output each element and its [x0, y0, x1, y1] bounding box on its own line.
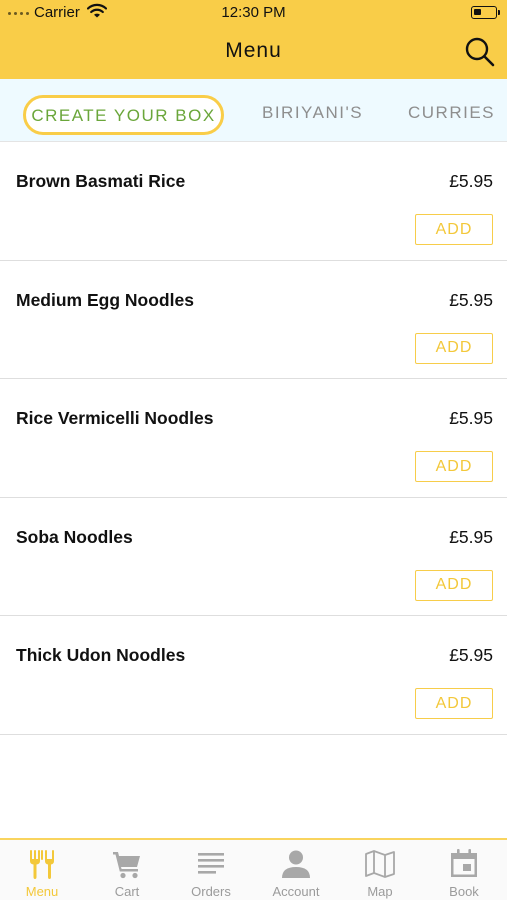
item-name: Thick Udon Noodles — [16, 645, 186, 665]
nav-label: Orders — [191, 884, 231, 899]
app-header: Carrier 12:30 PM Menu — [0, 0, 507, 79]
item-price: £5.95 — [449, 289, 493, 310]
menu-item: Rice Vermicelli Noodles £5.95 ADD — [0, 379, 507, 498]
map-icon — [365, 850, 395, 878]
item-name: Brown Basmati Rice — [16, 171, 186, 191]
menu-item: Medium Egg Noodles £5.95 ADD — [0, 261, 507, 379]
fork-knife-icon — [30, 850, 54, 879]
item-name: Rice Vermicelli Noodles — [16, 408, 214, 428]
tab-create-your-box[interactable]: CREATE YOUR BOX — [23, 95, 224, 135]
nav-book[interactable]: Book — [422, 840, 506, 900]
nav-cart[interactable]: Cart — [85, 840, 169, 900]
nav-account[interactable]: Account — [254, 840, 338, 900]
item-name: Medium Egg Noodles — [16, 289, 194, 310]
nav-label: Cart — [114, 884, 140, 899]
menu-item: Thick Udon Noodles £5.95 ADD — [0, 616, 507, 735]
tab-biriyanis[interactable]: BIRIYANI'S — [262, 95, 363, 135]
item-name: Soba Noodles — [16, 526, 133, 547]
item-price: £5.95 — [449, 408, 493, 428]
list-icon — [198, 853, 224, 874]
nav-label: Book — [449, 884, 479, 899]
nav-orders[interactable]: Orders — [169, 840, 253, 900]
status-time: 12:30 PM — [221, 4, 286, 21]
nav-label: Map — [367, 884, 393, 899]
status-bar: Carrier 12:30 PM — [0, 0, 507, 26]
menu-item: Brown Basmati Rice £5.95 ADD — [0, 142, 507, 261]
menu-item-list: Brown Basmati Rice £5.95 ADD Medium Egg … — [0, 142, 507, 735]
category-tabs: CREATE YOUR BOX BIRIYANI'S CURRIES — [0, 79, 507, 142]
person-icon — [282, 850, 310, 878]
calendar-icon — [451, 849, 477, 877]
add-button[interactable]: ADD — [415, 569, 493, 601]
cart-icon — [113, 852, 140, 879]
add-button[interactable]: ADD — [415, 688, 493, 719]
page-title: Menu — [225, 39, 282, 62]
nav-label: Menu — [25, 884, 59, 899]
item-price: £5.95 — [449, 645, 493, 665]
nav-label: Account — [272, 884, 320, 899]
search-icon[interactable] — [464, 36, 496, 68]
item-price: £5.95 — [449, 526, 493, 547]
add-button[interactable]: ADD — [415, 214, 493, 245]
battery-icon — [471, 6, 500, 19]
bottom-tab-bar: Menu Cart Orders Account Map Book — [0, 838, 507, 900]
nav-menu[interactable]: Menu — [0, 840, 84, 900]
add-button[interactable]: ADD — [415, 332, 493, 364]
tab-curries[interactable]: CURRIES — [408, 95, 495, 135]
nav-map[interactable]: Map — [338, 840, 422, 900]
item-price: £5.95 — [449, 171, 493, 191]
menu-item: Soba Noodles £5.95 ADD — [0, 498, 507, 616]
add-button[interactable]: ADD — [415, 451, 493, 482]
